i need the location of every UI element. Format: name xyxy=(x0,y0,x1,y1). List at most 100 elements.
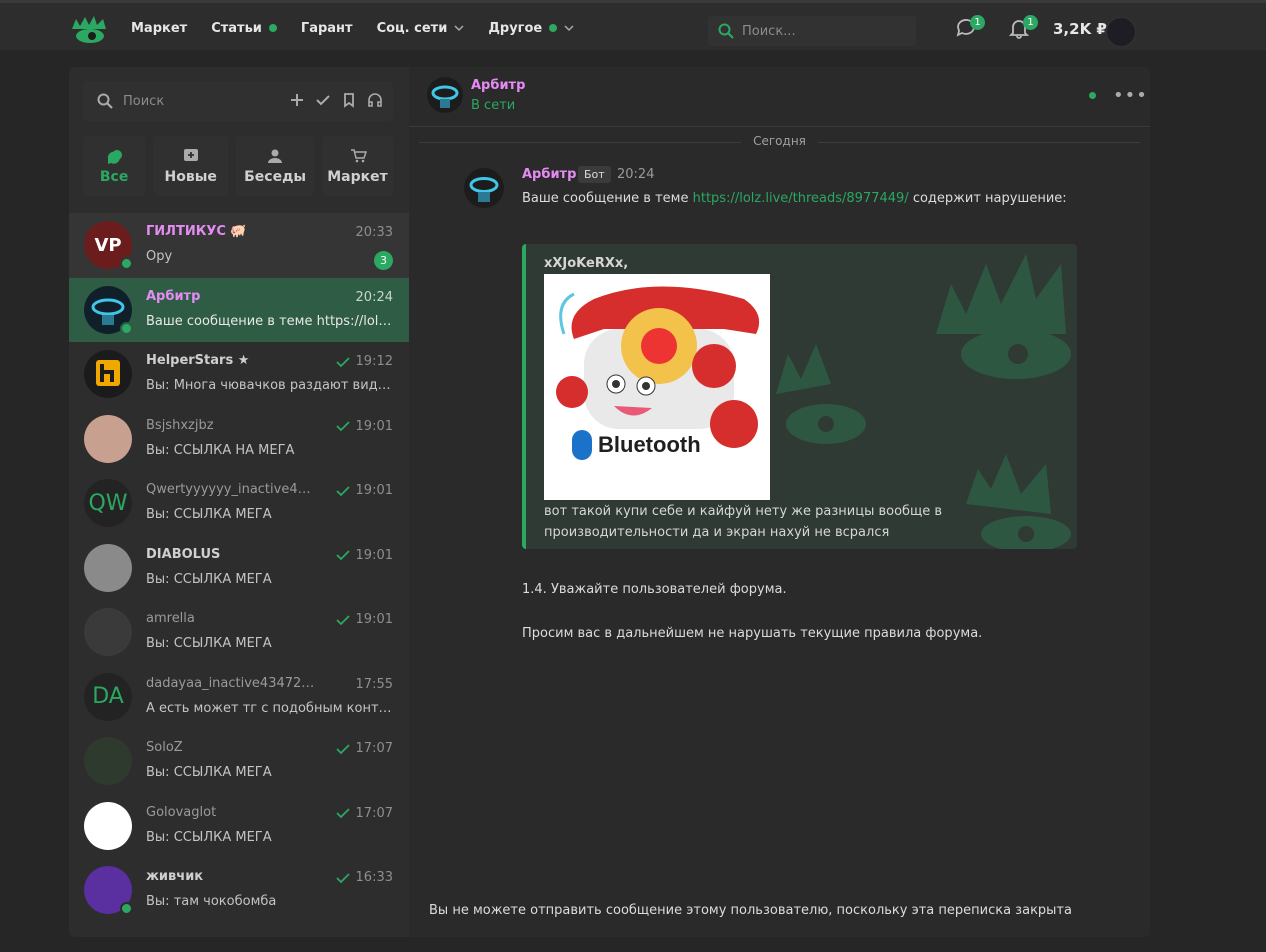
conversation-time-wrap: 19:01 xyxy=(335,548,393,563)
notifications-button[interactable]: 1 xyxy=(1008,15,1038,43)
conversation-time: 19:01 xyxy=(355,612,393,627)
conversation-filters: Все Новые Беседы Маркет xyxy=(83,136,394,196)
avatar-image xyxy=(96,360,120,386)
check-icon[interactable] xyxy=(315,92,331,108)
conversation-row[interactable]: DA dadayaa_inactive4347247 17:55 А есть мож… xyxy=(69,665,409,730)
read-check-icon xyxy=(335,808,350,819)
conversation-preview: Вы: там чокобомба xyxy=(146,894,277,909)
quoted-image[interactable] xyxy=(544,274,770,500)
read-check-icon xyxy=(335,421,350,432)
message-author-avatar[interactable] xyxy=(464,168,504,208)
conversation-name: dadayaa_inactive4347247 xyxy=(146,675,316,691)
site-logo-icon[interactable] xyxy=(70,15,108,45)
thread-link[interactable]: https://lolz.live/threads/8977449/ xyxy=(693,191,909,206)
nav-item-label: Другое xyxy=(488,20,543,36)
conversation-row[interactable]: QW Qwertyyyyyy_inactive43... 19:01 Вы: ССЫЛ… xyxy=(69,471,409,536)
conversation-time: 17:07 xyxy=(355,741,393,756)
conversation-preview: Вы: ССЫЛКА МЕГА xyxy=(146,636,272,651)
chevron-down-icon xyxy=(564,25,574,32)
conversation-name: Golovaglot xyxy=(146,804,217,820)
chat-online-status: В сети xyxy=(471,98,516,113)
filter-tab-3[interactable]: Маркет xyxy=(322,136,394,196)
conversation-preview: А есть может тг с подобным контентом xyxy=(146,700,392,716)
nav-item-4[interactable]: Другое xyxy=(488,21,574,36)
new-message-icon xyxy=(183,149,198,161)
chat-bubbles-icon xyxy=(107,150,123,164)
message-author[interactable]: Арбитр xyxy=(522,167,576,182)
bluetooth-icon xyxy=(572,430,592,460)
conversation-list: VP ГИЛТИКУС 🐖 20:33 Ору 3 Арбитр 20:24 Ваше соо… xyxy=(69,213,409,923)
balance[interactable]: 3,2K ₽ xyxy=(1053,20,1107,38)
conversation-row[interactable]: Golovaglot 17:07 Вы: ССЫЛКА МЕГА xyxy=(69,794,409,859)
avatar[interactable] xyxy=(84,737,132,785)
filter-label: Все xyxy=(99,169,129,185)
nav-item-1[interactable]: Статьи xyxy=(211,21,277,36)
avatar[interactable] xyxy=(84,543,132,592)
rule-text: 1.4. Уважайте пользователей форума. xyxy=(522,582,787,597)
conversation-name: Арбитр xyxy=(146,288,201,304)
avatar[interactable] xyxy=(84,801,132,850)
new-indicator-dot xyxy=(549,24,558,32)
conversation-name: живчик xyxy=(146,869,204,884)
conversation-name: SoloZ xyxy=(146,740,183,755)
conversation-row[interactable]: живчик 16:33 Вы: там чокобомба xyxy=(69,858,409,923)
conversation-row[interactable]: amrella 19:01 Вы: ССЫЛКА МЕГА xyxy=(69,600,409,665)
filter-tab-0[interactable]: Все xyxy=(83,136,146,196)
search-tools xyxy=(289,92,383,108)
conversation-name: Qwertyyyyyy_inactive43... xyxy=(146,482,316,497)
conversation-time-wrap: 19:01 xyxy=(335,612,393,627)
nav-item-0[interactable]: Маркет xyxy=(131,21,187,36)
plus-icon[interactable] xyxy=(289,92,305,108)
avatar[interactable] xyxy=(84,350,132,398)
more-options-icon[interactable]: ••• xyxy=(1113,85,1147,107)
conversation-closed-notice: Вы не можете отправить сообщение этому п… xyxy=(429,903,1072,918)
user-avatar[interactable] xyxy=(1106,17,1136,47)
avatar[interactable] xyxy=(84,608,132,656)
filter-label: Маркет xyxy=(327,169,388,185)
conversation-row[interactable]: Арбитр 20:24 Ваше сообщение в теме https:/… xyxy=(69,277,409,342)
quote-author: xXJoKeRXx, xyxy=(544,256,629,271)
unread-count: 3 xyxy=(374,251,393,270)
read-check-icon xyxy=(335,550,350,561)
bookmark-icon[interactable] xyxy=(341,92,357,108)
conversation-time: 19:01 xyxy=(355,483,393,498)
notifications-badge: 1 xyxy=(1023,15,1038,30)
conversation-row[interactable]: HelperStars ★ 19:12 Вы: Многа чювачков раз… xyxy=(69,342,409,407)
chevron-down-icon xyxy=(454,25,464,32)
conversation-time-wrap: 17:07 xyxy=(335,806,393,821)
chat-panel: Арбитр В сети ••• Сегодня Арбитр Бот 20:… xyxy=(409,67,1150,937)
conversation-time-wrap: 20:33 xyxy=(356,225,393,240)
headphones-icon[interactable] xyxy=(367,92,383,108)
search-placeholder: Поиск xyxy=(123,93,165,109)
read-check-icon xyxy=(335,614,350,625)
conversation-row[interactable]: SoloZ 17:07 Вы: ССЫЛКА МЕГА xyxy=(69,729,409,794)
conversation-row[interactable]: Bsjshxzjbz 19:01 Вы: ССЫЛКА НА МЕГА xyxy=(69,407,409,472)
conversation-search-input[interactable]: Поиск xyxy=(83,81,393,121)
filter-tab-1[interactable]: Новые xyxy=(153,136,229,196)
conversation-time: 19:01 xyxy=(355,418,393,434)
conversation-name: ГИЛТИКУС 🐖 xyxy=(146,224,247,239)
avatar[interactable] xyxy=(84,414,132,463)
nav-item-label: Соц. сети xyxy=(376,20,448,36)
online-indicator xyxy=(1089,92,1096,99)
conversation-name: amrella xyxy=(146,611,195,626)
message-text-after: содержит нарушение: xyxy=(908,191,1067,206)
conversation-preview: Ору xyxy=(146,249,173,264)
avatar[interactable]: QW xyxy=(84,479,132,527)
nav-item-2[interactable]: Гарант xyxy=(301,21,353,36)
quote-text: вот такой купи себе и кайфуй нету же раз… xyxy=(544,504,943,540)
chat-title[interactable]: Арбитр xyxy=(471,78,525,93)
filter-tab-2[interactable]: Беседы xyxy=(236,136,314,196)
global-search-input[interactable]: Поиск... xyxy=(708,16,916,46)
conversation-sidebar: Поиск Все Новые Беседы Маркет VP ГИЛТИКУС 🐖 2… xyxy=(69,67,409,937)
arbiter-avatar[interactable] xyxy=(427,77,463,113)
conversation-time-wrap: 19:12 xyxy=(335,354,393,369)
bot-badge: Бот xyxy=(578,166,611,183)
message-time: 20:24 xyxy=(617,167,655,182)
search-icon xyxy=(718,23,734,39)
nav-item-3[interactable]: Соц. сети xyxy=(377,21,465,36)
avatar[interactable]: DA xyxy=(84,672,132,721)
conversation-row[interactable]: VP ГИЛТИКУС 🐖 20:33 Ору 3 xyxy=(69,213,409,278)
conversation-row[interactable]: DIABOLUS 19:01 Вы: ССЫЛКА МЕГА xyxy=(69,536,409,601)
messages-button[interactable]: 1 xyxy=(955,15,985,43)
